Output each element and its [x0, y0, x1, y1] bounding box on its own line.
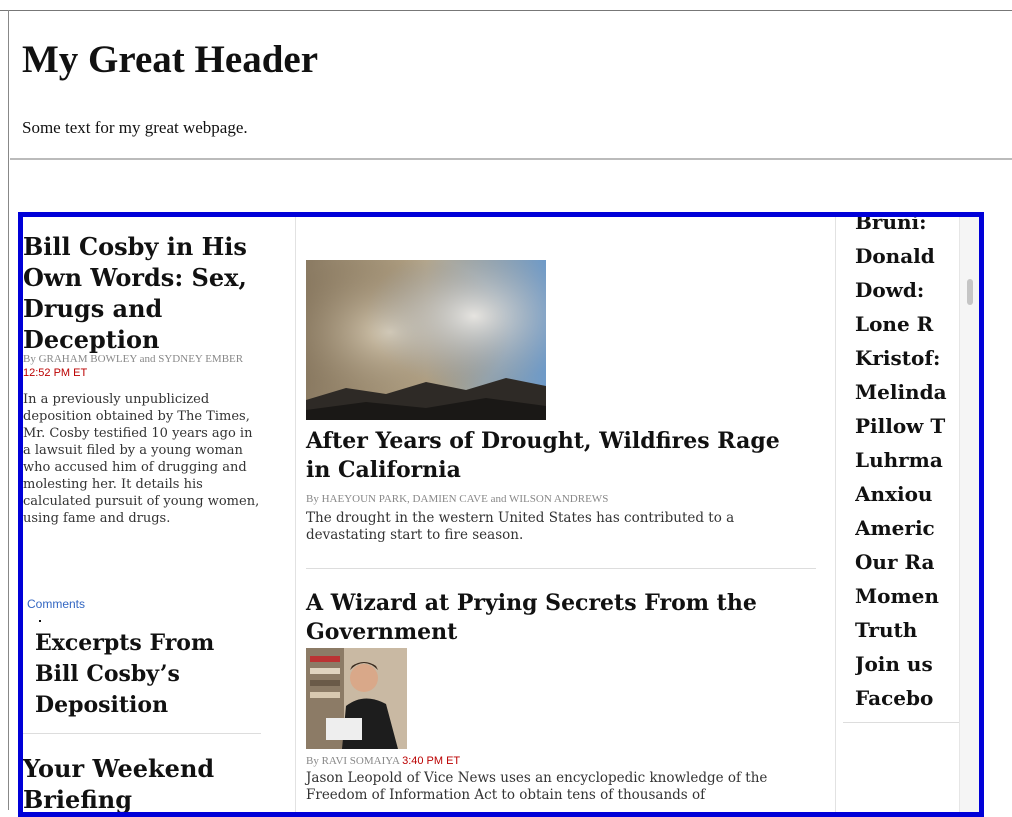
opinion-link[interactable]: Our Ra — [855, 549, 963, 575]
opinion-link[interactable]: Luhrma — [855, 447, 963, 473]
story-divider — [306, 568, 816, 569]
wildfire-byline: By HAEYOUN PARK, DAMIEN CAVE and WILSON … — [306, 493, 609, 505]
related-headline[interactable]: Excerpts From Bill Cosby’s Deposition — [35, 628, 265, 721]
briefing-headline[interactable]: Your Weekend Briefing — [23, 753, 273, 812]
column-separator — [295, 217, 296, 812]
opinion-link[interactable]: Donald — [855, 243, 963, 269]
bullet-dot — [39, 620, 41, 622]
lead-summary: In a previously unpublicized deposition … — [23, 392, 260, 526]
opinion-link[interactable]: Anxiou — [855, 481, 963, 507]
window-left-edge — [8, 10, 9, 810]
wizard-byline: By RAVI SOMAIYA 3:40 PM ET — [306, 754, 806, 768]
opinion-link[interactable]: Lone R — [855, 311, 963, 337]
wildfire-photo[interactable] — [306, 260, 546, 420]
column-divider — [843, 722, 961, 723]
opinion-link[interactable]: Join us — [855, 651, 963, 677]
window-top-edge — [0, 10, 1012, 11]
lead-timestamp: 12:52 PM ET — [23, 367, 88, 379]
wizard-byline-author: By RAVI SOMAIYA — [306, 755, 400, 767]
lead-byline: By GRAHAM BOWLEY and SYDNEY EMBER 12:52 … — [23, 352, 273, 380]
opinion-link[interactable]: Momen — [855, 583, 963, 609]
page-intro-text: Some text for my great webpage. — [22, 118, 248, 137]
opinion-link[interactable]: Melinda — [855, 379, 963, 405]
opinion-list: Bruni: Donald Dowd: Lone R Kristof: Meli… — [855, 217, 963, 812]
scrollbar-thumb[interactable] — [967, 279, 973, 305]
column-separator — [835, 217, 836, 812]
page-title: My Great Header — [22, 38, 319, 81]
opinion-link[interactable]: Americ — [855, 515, 963, 541]
embedded-news-frame[interactable]: Bill Cosby in His Own Words: Sex, Drugs … — [18, 212, 984, 817]
opinion-link[interactable]: Bruni: — [855, 217, 963, 235]
wizard-headline[interactable]: A Wizard at Prying Secrets From the Gove… — [306, 589, 826, 647]
wizard-timestamp: 3:40 PM ET — [402, 755, 461, 767]
wizard-summary: Jason Leopold of Vice News uses an encyc… — [306, 770, 768, 803]
opinion-link[interactable]: Truth — [855, 617, 963, 643]
lead-headline[interactable]: Bill Cosby in His Own Words: Sex, Drugs … — [23, 231, 273, 355]
wildfire-headline[interactable]: After Years of Drought, Wildfires Rage i… — [306, 427, 806, 485]
wildfire-summary: The drought in the western United States… — [306, 510, 735, 543]
opinion-link[interactable]: Pillow T — [855, 413, 963, 439]
horizontal-rule — [10, 158, 1012, 160]
opinion-link[interactable]: Kristof: — [855, 345, 963, 371]
wizard-photo[interactable] — [306, 648, 407, 749]
lead-byline-authors: By GRAHAM BOWLEY and SYDNEY EMBER — [23, 353, 244, 365]
opinion-link[interactable]: Dowd: — [855, 277, 963, 303]
scrollbar-track[interactable] — [959, 217, 979, 812]
opinion-link[interactable]: Facebo — [855, 685, 963, 711]
comments-link[interactable]: Comments — [27, 597, 85, 611]
column-divider — [23, 733, 261, 734]
